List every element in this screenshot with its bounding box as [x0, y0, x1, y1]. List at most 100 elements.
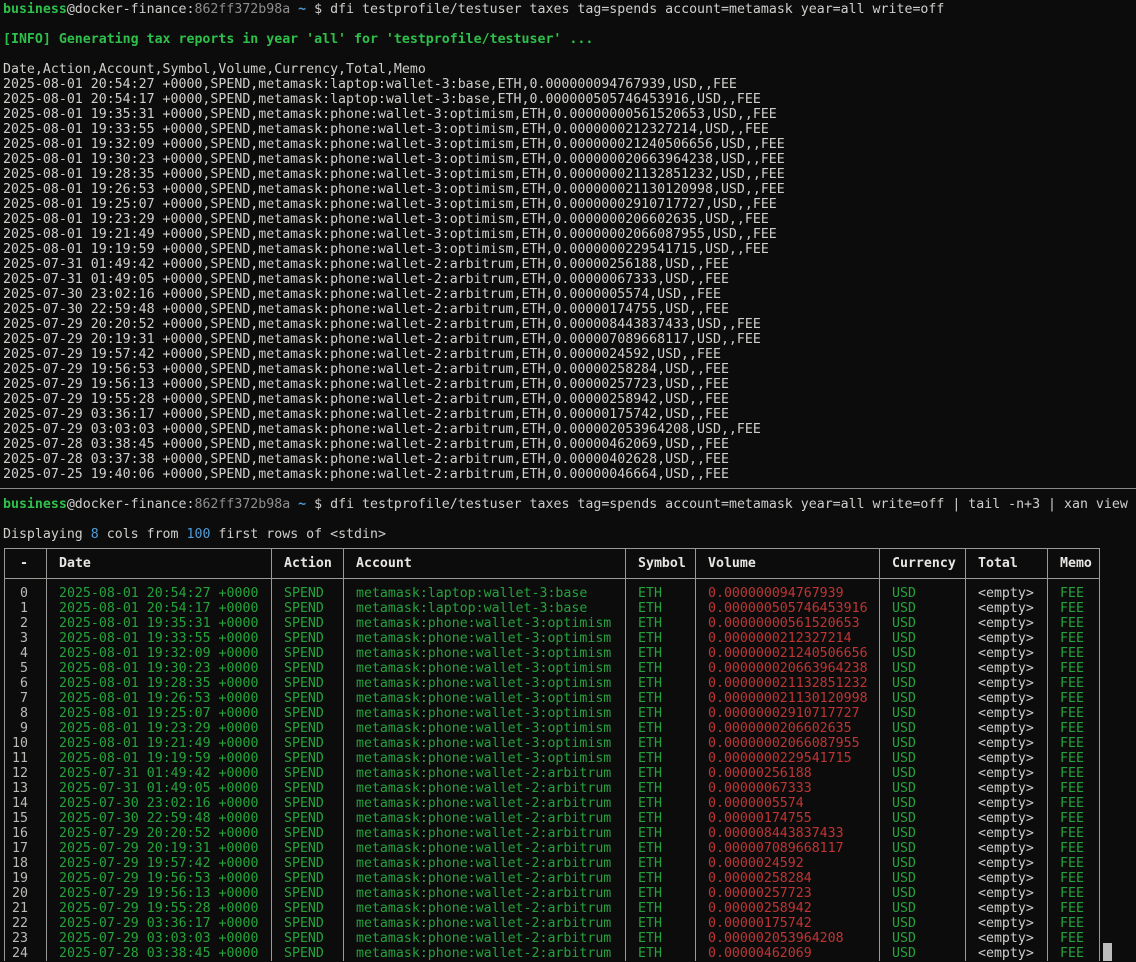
terminal-window[interactable]: business@docker-finance:862ff372b98a ~ $…: [0, 0, 1136, 962]
column-header-date: Date: [47, 549, 272, 579]
table-row: 172025-07-29 20:19:31 +0000SPENDmetamask…: [5, 841, 1100, 856]
cell-currency: USD: [880, 661, 966, 676]
cell-index: 13: [5, 781, 47, 796]
csv-line: 2025-08-01 19:30:23 +0000,SPEND,metamask…: [3, 152, 1136, 167]
cell-action: SPEND: [272, 871, 344, 886]
command-1: dfi testprofile/testuser taxes tag=spend…: [330, 2, 944, 17]
cell-account: metamask:phone:wallet-2:arbitrum: [344, 871, 626, 886]
cell-account: metamask:phone:wallet-2:arbitrum: [344, 856, 626, 871]
csv-line: 2025-08-01 19:23:29 +0000,SPEND,metamask…: [3, 212, 1136, 227]
table-row: 02025-08-01 20:54:27 +0000SPENDmetamask:…: [5, 579, 1100, 602]
table-row: 62025-08-01 19:28:35 +0000SPENDmetamask:…: [5, 676, 1100, 691]
cell-volume: 0.000000505746453916: [696, 601, 880, 616]
cell-symbol: ETH: [626, 796, 696, 811]
cell-total: <empty>: [966, 661, 1048, 676]
table-row: 222025-07-29 03:36:17 +0000SPENDmetamask…: [5, 916, 1100, 931]
table-row: 132025-07-31 01:49:05 +0000SPENDmetamask…: [5, 781, 1100, 796]
table-row: 102025-08-01 19:21:49 +0000SPENDmetamask…: [5, 736, 1100, 751]
cell-total: <empty>: [966, 721, 1048, 736]
cell-total: <empty>: [966, 871, 1048, 886]
cell-total: <empty>: [966, 886, 1048, 901]
table-row: 22025-08-01 19:35:31 +0000SPENDmetamask:…: [5, 616, 1100, 631]
displaying-source: <stdin>: [330, 527, 386, 542]
cell-symbol: ETH: [626, 856, 696, 871]
cell-account: metamask:phone:wallet-3:optimism: [344, 646, 626, 661]
prompt-user: business: [3, 497, 67, 512]
cell-account: metamask:phone:wallet-2:arbitrum: [344, 826, 626, 841]
csv-line: 2025-07-28 03:37:38 +0000,SPEND,metamask…: [3, 452, 1136, 467]
cell-total: <empty>: [966, 901, 1048, 916]
cell-memo: FEE: [1048, 901, 1100, 916]
prompt-line-2: business@docker-finance:862ff372b98a ~ $…: [3, 497, 1136, 512]
cell-memo: FEE: [1048, 916, 1100, 931]
cell-action: SPEND: [272, 646, 344, 661]
cell-total: <empty>: [966, 841, 1048, 856]
cell-action: SPEND: [272, 796, 344, 811]
prompt-cwd: ~: [290, 497, 314, 512]
cell-index: 23: [5, 931, 47, 946]
cell-memo: FEE: [1048, 601, 1100, 616]
cell-action: SPEND: [272, 886, 344, 901]
cell-volume: 0.00000175742: [696, 916, 880, 931]
table-row: 32025-08-01 19:33:55 +0000SPENDmetamask:…: [5, 631, 1100, 646]
cell-date: 2025-08-01 19:21:49 +0000: [47, 736, 272, 751]
blank-line: [3, 512, 1136, 527]
cell-volume: 0.00000174755: [696, 811, 880, 826]
cell-volume: 0.00000258942: [696, 901, 880, 916]
cell-index: 4: [5, 646, 47, 661]
csv-line: 2025-07-29 20:20:52 +0000,SPEND,metamask…: [3, 317, 1136, 332]
csv-line: 2025-08-01 19:33:55 +0000,SPEND,metamask…: [3, 122, 1136, 137]
cell-currency: USD: [880, 826, 966, 841]
table-row: 202025-07-29 19:56:13 +0000SPENDmetamask…: [5, 886, 1100, 901]
cell-total: <empty>: [966, 631, 1048, 646]
cell-currency: USD: [880, 886, 966, 901]
column-header-volume: Volume: [696, 549, 880, 579]
cell-date: 2025-08-01 19:35:31 +0000: [47, 616, 272, 631]
cell-account: metamask:phone:wallet-3:optimism: [344, 691, 626, 706]
table-row: 112025-08-01 19:19:59 +0000SPENDmetamask…: [5, 751, 1100, 766]
cell-volume: 0.000000021132851232: [696, 676, 880, 691]
cell-index: 12: [5, 766, 47, 781]
table-row: 242025-07-28 03:38:45 +0000SPENDmetamask…: [5, 946, 1100, 961]
cell-memo: FEE: [1048, 811, 1100, 826]
cell-index: 24: [5, 946, 47, 961]
cell-memo: FEE: [1048, 616, 1100, 631]
table-row: 162025-07-29 20:20:52 +0000SPENDmetamask…: [5, 826, 1100, 841]
cell-date: 2025-08-01 19:26:53 +0000: [47, 691, 272, 706]
cell-currency: USD: [880, 796, 966, 811]
cell-date: 2025-07-29 03:03:03 +0000: [47, 931, 272, 946]
csv-line: 2025-08-01 19:21:49 +0000,SPEND,metamask…: [3, 227, 1136, 242]
cell-total: <empty>: [966, 931, 1048, 946]
cell-index: 11: [5, 751, 47, 766]
cell-action: SPEND: [272, 901, 344, 916]
table-row: 212025-07-29 19:55:28 +0000SPENDmetamask…: [5, 901, 1100, 916]
cell-memo: FEE: [1048, 826, 1100, 841]
displaying-mid: cols from: [99, 527, 187, 542]
column-header-action: Action: [272, 549, 344, 579]
cell-memo: FEE: [1048, 661, 1100, 676]
cell-memo: FEE: [1048, 781, 1100, 796]
cell-index: 6: [5, 676, 47, 691]
cell-action: SPEND: [272, 781, 344, 796]
cell-action: SPEND: [272, 721, 344, 736]
cell-currency: USD: [880, 631, 966, 646]
cell-account: metamask:phone:wallet-3:optimism: [344, 676, 626, 691]
cell-memo: FEE: [1048, 706, 1100, 721]
pane-separator-line: [0, 488, 1136, 489]
csv-output: 2025-08-01 20:54:27 +0000,SPEND,metamask…: [3, 77, 1136, 482]
table-row: 92025-08-01 19:23:29 +0000SPENDmetamask:…: [5, 721, 1100, 736]
info-line: [INFO] Generating tax reports in year 'a…: [3, 32, 1136, 47]
cell-memo: FEE: [1048, 676, 1100, 691]
cell-symbol: ETH: [626, 616, 696, 631]
cell-memo: FEE: [1048, 886, 1100, 901]
cell-date: 2025-07-29 20:19:31 +0000: [47, 841, 272, 856]
cell-currency: USD: [880, 616, 966, 631]
cell-memo: FEE: [1048, 766, 1100, 781]
cell-account: metamask:laptop:wallet-3:base: [344, 601, 626, 616]
cell-currency: USD: [880, 931, 966, 946]
cell-index: 9: [5, 721, 47, 736]
prompt-host: @docker-finance:: [67, 2, 195, 17]
cell-action: SPEND: [272, 856, 344, 871]
cell-date: 2025-07-30 23:02:16 +0000: [47, 796, 272, 811]
cell-symbol: ETH: [626, 766, 696, 781]
